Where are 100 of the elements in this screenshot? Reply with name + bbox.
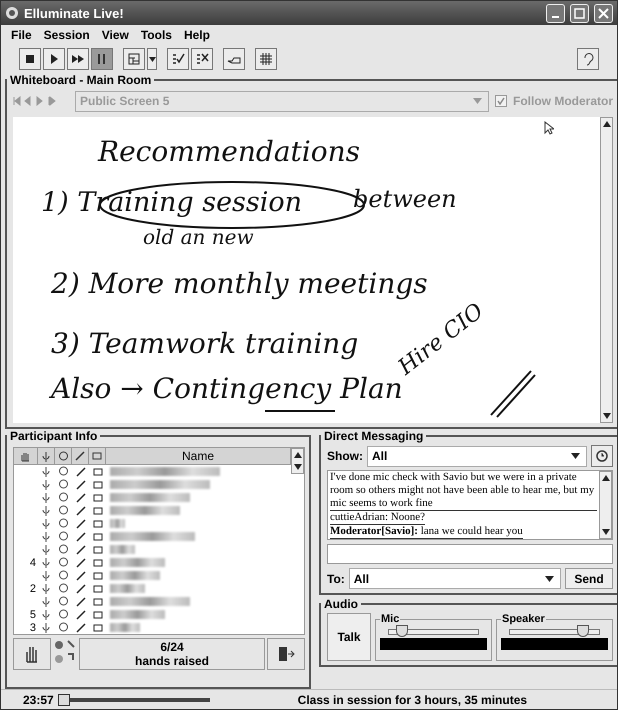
- scroll-up-arrow-icon[interactable]: [602, 475, 610, 481]
- clock-icon: [596, 450, 608, 462]
- scroll-up-arrow-icon[interactable]: [294, 452, 302, 458]
- speech-bubble-icon[interactable]: [58, 505, 69, 516]
- scrollbar[interactable]: [599, 471, 612, 539]
- microphone-icon[interactable]: [42, 518, 51, 529]
- microphone-icon[interactable]: [42, 622, 51, 633]
- session-status: Class in session for 3 hours, 35 minutes: [298, 692, 528, 706]
- microphone-icon[interactable]: [42, 492, 51, 503]
- talk-button[interactable]: Talk: [327, 613, 371, 661]
- toolbar-button[interactable]: [67, 48, 89, 70]
- layout-icon: [127, 52, 141, 66]
- ear-button[interactable]: [577, 48, 599, 70]
- speech-bubble-icon[interactable]: [58, 531, 69, 542]
- microphone-icon[interactable]: [42, 479, 51, 490]
- speech-bubble-icon[interactable]: [58, 492, 69, 503]
- follow-moderator-checkbox[interactable]: [495, 95, 507, 107]
- scroll-down-arrow-icon[interactable]: [294, 464, 302, 470]
- chat-column-header[interactable]: [55, 448, 72, 465]
- menu-item[interactable]: Session: [44, 28, 90, 42]
- mic-column-header[interactable]: [38, 448, 55, 465]
- toolbar-button[interactable]: [223, 48, 245, 70]
- microphone-icon[interactable]: [42, 531, 51, 542]
- microphone-icon[interactable]: [42, 557, 51, 568]
- caret-icon: [148, 56, 156, 62]
- blurred-name: [110, 571, 160, 580]
- exit-button[interactable]: [267, 638, 305, 670]
- slider-thumb[interactable]: [396, 625, 408, 637]
- message-input[interactable]: [327, 544, 613, 564]
- speech-bubble-icon[interactable]: [58, 622, 69, 633]
- speech-bubble-icon[interactable]: [58, 479, 69, 490]
- speech-bubble-icon: [58, 450, 68, 462]
- blurred-name: [110, 545, 135, 554]
- menu-item[interactable]: Help: [184, 28, 210, 42]
- app-logo-icon: [5, 6, 19, 20]
- window-title: Elluminate Live!: [24, 6, 124, 20]
- recipient-dropdown[interactable]: All: [348, 568, 561, 589]
- scroll-down-arrow-icon[interactable]: [602, 529, 610, 535]
- close-button[interactable]: [594, 4, 613, 22]
- toolbar-button[interactable]: [255, 48, 277, 70]
- microphone-icon[interactable]: [42, 570, 51, 581]
- fast-forward-icon: [71, 52, 85, 66]
- blurred-name: [110, 519, 125, 528]
- caret-icon: [571, 453, 580, 459]
- menu-item[interactable]: File: [11, 28, 32, 42]
- cross-list-icon: [195, 52, 209, 66]
- maximize-button[interactable]: [570, 4, 589, 22]
- speech-bubble-icon[interactable]: [58, 544, 69, 555]
- history-button[interactable]: [591, 445, 613, 467]
- microphone-icon[interactable]: [42, 544, 51, 555]
- blurred-name: [110, 558, 165, 567]
- microphone-icon[interactable]: [42, 505, 51, 516]
- microphone-icon: [42, 450, 50, 462]
- speech-bubble-icon[interactable]: [58, 570, 69, 581]
- hand-number: 4: [28, 556, 37, 568]
- timeline-thumb[interactable]: [58, 694, 70, 706]
- minimize-icon: [552, 16, 559, 18]
- toolbar-button[interactable]: [167, 48, 189, 70]
- toolbar-button[interactable]: [19, 48, 41, 70]
- hand-column-header[interactable]: [14, 448, 38, 465]
- speech-bubble-icon[interactable]: [58, 557, 69, 568]
- speech-bubble-icon[interactable]: [58, 518, 69, 529]
- blurred-name: [110, 623, 140, 632]
- mouse-pointer-icon: [544, 121, 554, 135]
- scrollbar[interactable]: [291, 448, 304, 474]
- minimize-button[interactable]: [546, 4, 565, 22]
- speech-bubble-icon[interactable]: [58, 596, 69, 607]
- pen-column-header[interactable]: [72, 448, 89, 465]
- toolbar-button[interactable]: [191, 48, 213, 70]
- show-dropdown[interactable]: All: [367, 446, 587, 466]
- ear-icon: [582, 52, 594, 66]
- microphone-icon[interactable]: [42, 466, 51, 477]
- microphone-icon[interactable]: [42, 609, 51, 620]
- menu-item[interactable]: Tools: [140, 28, 172, 42]
- microphone-icon[interactable]: [42, 583, 51, 594]
- close-icon: [598, 8, 609, 18]
- send-button[interactable]: Send: [565, 568, 613, 589]
- toolbar-button[interactable]: [43, 48, 65, 70]
- handwritten-text: old an new: [143, 225, 254, 249]
- handwritten-text: 2) More monthly meetings: [51, 267, 428, 300]
- to-label: To:: [327, 572, 345, 586]
- name-column-header[interactable]: Name: [106, 448, 291, 465]
- speech-bubble-icon[interactable]: [58, 466, 69, 477]
- panel-title: Audio: [323, 597, 359, 611]
- chat-message: Moderator[Savio]: lana we could hear you: [330, 525, 523, 539]
- blurred-name: [110, 610, 165, 619]
- speech-bubble-icon[interactable]: [58, 583, 69, 594]
- count-text: 6/24: [160, 640, 184, 654]
- scroll-down-arrow-icon[interactable]: [602, 413, 610, 419]
- speech-bubble-icon[interactable]: [58, 609, 69, 620]
- microphone-icon[interactable]: [42, 596, 51, 607]
- scroll-up-arrow-icon[interactable]: [602, 121, 610, 127]
- slider-thumb[interactable]: [576, 625, 589, 637]
- dropdown-arrow-button[interactable]: [147, 48, 157, 70]
- hand-number: 3: [28, 622, 37, 634]
- toolbar-button[interactable]: [123, 48, 145, 70]
- screen-column-header[interactable]: [89, 448, 106, 465]
- menu-item[interactable]: View: [102, 28, 129, 42]
- scrollbar[interactable]: [600, 117, 613, 423]
- raise-hand-button[interactable]: [13, 638, 51, 670]
